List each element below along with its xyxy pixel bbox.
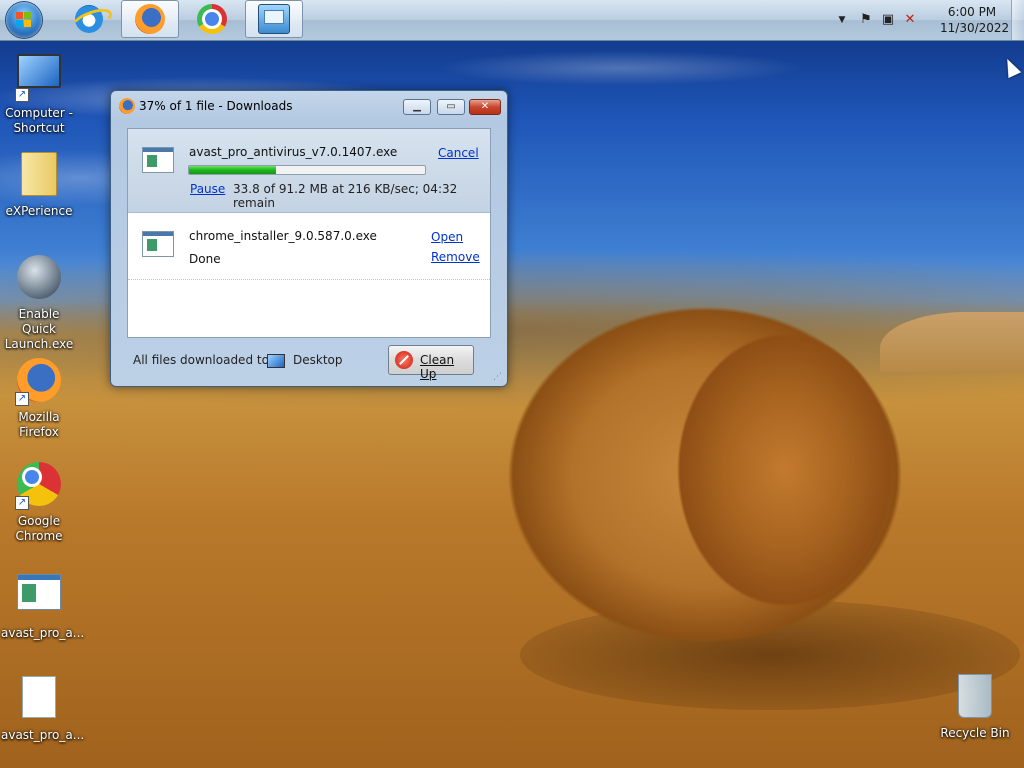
maximize-button[interactable]: ▭: [437, 99, 465, 115]
blank-file-icon: [22, 676, 56, 718]
minimize-button[interactable]: ▁: [403, 99, 431, 115]
window-title: 37% of 1 file - Downloads: [139, 99, 293, 113]
desktop-icon-recycle-bin[interactable]: Recycle Bin: [937, 672, 1013, 741]
clock-date: 11/30/2022: [940, 21, 1010, 35]
computer-icon: [17, 54, 61, 88]
desktop-icon-avast-exe[interactable]: avast_pro_a...: [1, 568, 85, 641]
folder-icon: [21, 152, 57, 196]
minimize-icon: ▁: [413, 101, 421, 112]
desktop-icon-label: Recycle Bin: [940, 726, 1010, 740]
shortcut-arrow-icon: ↗: [15, 392, 29, 406]
firefox-icon: [119, 98, 135, 114]
download-item-avast[interactable]: avast_pro_antivirus_v7.0.1407.exe Cancel…: [128, 129, 490, 213]
chrome-icon: [197, 4, 227, 34]
show-desktop-button[interactable]: [1011, 0, 1024, 40]
taskbar-chrome[interactable]: [183, 0, 241, 38]
window-titlebar[interactable]: 37% of 1 file - Downloads ▁ ▭ ✕: [111, 91, 507, 121]
shortcut-arrow-icon: ↗: [15, 496, 29, 510]
control-panel-icon: [258, 4, 290, 34]
download-status: 33.8 of 91.2 MB at 216 KB/sec; 04:32 rem…: [233, 182, 458, 210]
taskbar: ▼ ⚑ ▣ ✕ 6:00 PM 11/30/2022: [0, 0, 1024, 41]
open-link[interactable]: Open: [431, 230, 463, 244]
download-progress-fill: [189, 166, 277, 174]
cancel-link[interactable]: Cancel: [438, 146, 479, 160]
clock[interactable]: 6:00 PM 11/30/2022: [940, 4, 1010, 36]
close-button[interactable]: ✕: [469, 99, 501, 115]
quick-launch-icon: [17, 255, 61, 299]
desktop-icon-label: eXPerience: [5, 204, 73, 218]
taskbar-internet-explorer[interactable]: [60, 0, 118, 38]
desktop-icon-avast-part[interactable]: avast_pro_a...: [1, 672, 85, 743]
download-item-chrome[interactable]: chrome_installer_9.0.587.0.exe Done Open…: [128, 213, 490, 280]
clock-time: 6:00 PM: [947, 5, 997, 19]
download-folder-link[interactable]: Desktop: [293, 353, 343, 367]
show-hidden-icons-arrow[interactable]: ▼: [834, 12, 850, 28]
exe-file-icon: [142, 231, 174, 257]
wallpaper-hay-bale: [465, 270, 945, 680]
maximize-icon: ▭: [446, 101, 456, 112]
download-status: Done: [189, 252, 221, 266]
desktop-icon-label: avast_pro_a...: [1, 626, 85, 640]
desktop-icon-label: Google Chrome: [15, 514, 63, 543]
desktop-icon-label: Computer - Shortcut: [5, 106, 73, 135]
remove-link[interactable]: Remove: [431, 250, 480, 264]
shortcut-arrow-icon: ↗: [15, 88, 29, 102]
system-tray: ▼ ⚑ ▣ ✕ 6:00 PM 11/30/2022: [834, 0, 1024, 40]
close-icon: ✕: [480, 101, 490, 112]
clean-up-button[interactable]: Clean Up: [388, 345, 474, 381]
internet-explorer-icon: [75, 5, 103, 33]
start-button[interactable]: [6, 2, 42, 38]
volume-muted-icon[interactable]: ✕: [902, 12, 918, 28]
exe-file-icon: [142, 147, 174, 173]
desktop-icon-firefox[interactable]: ↗ Mozilla Firefox: [1, 358, 77, 440]
recycle-bin-icon: [958, 674, 992, 718]
desktop-icon-label: Enable Quick Launch.exe: [4, 307, 74, 351]
no-entry-icon: [395, 351, 413, 369]
download-filename: avast_pro_antivirus_v7.0.1407.exe: [189, 145, 398, 159]
download-folder-label: All files downloaded to:: [133, 353, 273, 367]
exe-file-icon: [17, 574, 61, 610]
desktop-icon-experience-folder[interactable]: eXPerience: [1, 150, 77, 219]
windows-start-icon: [16, 12, 32, 28]
desktop-icon-label: Mozilla Firefox: [18, 410, 60, 439]
resize-grip[interactable]: ⋰: [493, 373, 503, 383]
network-icon[interactable]: ▣: [880, 12, 896, 28]
desktop-folder-icon: [267, 354, 285, 368]
desktop-icon-chrome[interactable]: ↗ Google Chrome: [1, 462, 77, 544]
taskbar-firefox[interactable]: [121, 0, 179, 38]
taskbar-control-panel[interactable]: [245, 0, 303, 38]
firefox-icon: [135, 4, 165, 34]
clean-up-label: Clean Up: [420, 353, 455, 381]
download-progress-bar: [188, 165, 426, 175]
downloads-window: 37% of 1 file - Downloads ▁ ▭ ✕ avast_pr…: [110, 90, 508, 387]
download-filename: chrome_installer_9.0.587.0.exe: [189, 229, 377, 243]
desktop-icon-enable-quick-launch[interactable]: Enable Quick Launch.exe: [1, 255, 77, 352]
pause-link[interactable]: Pause: [190, 182, 225, 196]
action-center-flag-icon[interactable]: ⚑: [858, 12, 874, 28]
desktop-icon-computer[interactable]: ↗ Computer - Shortcut: [1, 50, 77, 136]
downloads-list: avast_pro_antivirus_v7.0.1407.exe Cancel…: [127, 128, 491, 338]
desktop-icon-label: avast_pro_a...: [1, 728, 85, 742]
mouse-cursor-icon: [1000, 55, 1022, 79]
